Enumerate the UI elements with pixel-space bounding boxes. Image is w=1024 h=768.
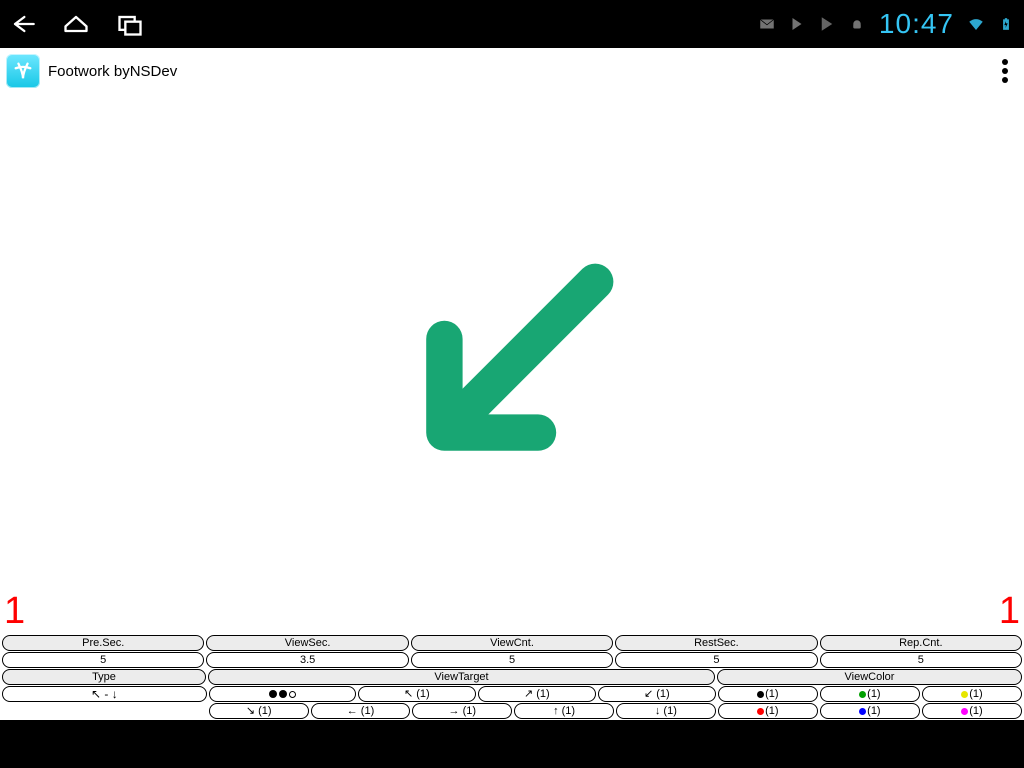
viewtarget-dots[interactable]: [209, 686, 356, 702]
mail-icon: [757, 14, 777, 34]
viewtarget-up[interactable]: ↑ (1): [514, 703, 614, 719]
counter-right: 1: [999, 590, 1020, 633]
viewcolor-magenta[interactable]: (1): [922, 703, 1022, 719]
viewtarget-ne[interactable]: ↗ (1): [478, 686, 596, 702]
type-glyphs: ↖ - ↓: [91, 687, 118, 702]
play-notify-icon: [787, 14, 807, 34]
header-viewcolor: ViewColor: [717, 669, 1022, 685]
value-type[interactable]: ↖ - ↓: [2, 686, 207, 702]
header-restsec: RestSec.: [615, 635, 817, 651]
viewcolor-black[interactable]: (1): [718, 686, 818, 702]
home-icon[interactable]: [62, 10, 90, 38]
viewtarget-se[interactable]: ↘ (1): [209, 703, 309, 719]
viewtarget-nw[interactable]: ↖ (1): [358, 686, 476, 702]
statusbar: 10:47: [0, 0, 1024, 48]
viewtarget-sw[interactable]: ↙ (1): [598, 686, 716, 702]
viewtarget-right[interactable]: → (1): [412, 703, 512, 719]
back-icon[interactable]: [8, 10, 36, 38]
header-repcnt: Rep.Cnt.: [820, 635, 1022, 651]
controls-panel: Pre.Sec. ViewSec. ViewCnt. RestSec. Rep.…: [0, 635, 1024, 720]
viewcolor-green[interactable]: (1): [820, 686, 920, 702]
direction-arrow-icon: [382, 235, 642, 495]
value-restsec[interactable]: 5: [615, 652, 817, 668]
viewcolor-red[interactable]: (1): [718, 703, 818, 719]
viewcolor-yellow[interactable]: (1): [922, 686, 1022, 702]
arrow-canvas: 1 1: [0, 94, 1024, 635]
value-viewcnt[interactable]: 5: [411, 652, 613, 668]
header-type: Type: [2, 669, 206, 685]
header-viewsec: ViewSec.: [206, 635, 408, 651]
battery-icon: [996, 14, 1016, 34]
wifi-icon: [966, 14, 986, 34]
android-debug-icon: [847, 14, 867, 34]
clock: 10:47: [879, 8, 954, 40]
app-title: Footwork byNSDev: [48, 63, 177, 80]
actionbar: Footwork byNSDev: [0, 48, 1024, 94]
counter-left: 1: [4, 590, 25, 633]
recent-apps-icon[interactable]: [116, 10, 144, 38]
app-body: Footwork byNSDev 1 1 Pre.Sec. ViewSec. V…: [0, 48, 1024, 720]
value-presec[interactable]: 5: [2, 652, 204, 668]
app-logo-icon: [6, 54, 40, 88]
play-icon: [817, 14, 837, 34]
viewtarget-left[interactable]: ← (1): [311, 703, 411, 719]
value-viewsec[interactable]: 3.5: [206, 652, 408, 668]
header-presec: Pre.Sec.: [2, 635, 204, 651]
value-repcnt[interactable]: 5: [820, 652, 1022, 668]
viewcolor-blue[interactable]: (1): [820, 703, 920, 719]
viewtarget-down[interactable]: ↓ (1): [616, 703, 716, 719]
bottom-black-bar: [0, 720, 1024, 768]
header-viewtarget: ViewTarget: [208, 669, 715, 685]
overflow-menu-icon[interactable]: [992, 53, 1018, 89]
header-viewcnt: ViewCnt.: [411, 635, 613, 651]
